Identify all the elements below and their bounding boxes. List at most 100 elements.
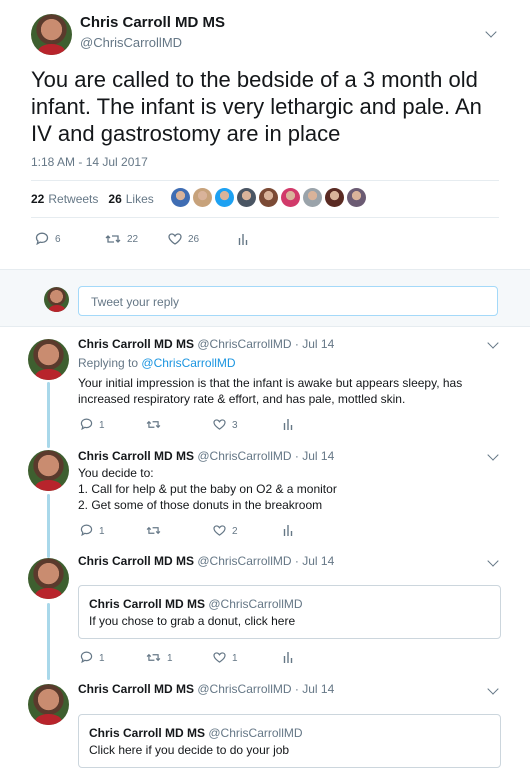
heart-icon <box>168 232 182 247</box>
quoted-tweet[interactable]: Chris Carroll MD MS @ChrisCarrollMD Clic… <box>78 714 501 768</box>
reply-header: Chris Carroll MD MS @ChrisCarrollMD · Ju… <box>78 554 335 568</box>
tweet-stats: 22 Retweets 26 Likes <box>31 192 154 206</box>
thread-line <box>47 382 50 448</box>
analytics-button[interactable] <box>283 524 293 538</box>
liker-avatar[interactable] <box>281 188 300 207</box>
liker-avatar[interactable] <box>193 188 212 207</box>
like-count: 3 <box>232 419 238 431</box>
avatar[interactable] <box>28 450 69 491</box>
analytics-icon <box>283 418 293 432</box>
reply-author-name[interactable]: Chris Carroll MD MS <box>78 682 194 696</box>
reply-author-handle[interactable]: @ChrisCarrollMD <box>197 449 291 463</box>
reply-icon <box>35 232 49 247</box>
like-count: 1 <box>232 652 238 664</box>
reply-button[interactable]: 1 <box>80 524 146 538</box>
retweet-button[interactable]: 1 <box>146 652 213 665</box>
author-handle[interactable]: @ChrisCarrollMD <box>80 35 182 50</box>
reply-text: Your initial impression is that the infa… <box>78 376 463 406</box>
like-button[interactable]: 2 <box>213 524 283 538</box>
analytics-icon <box>283 651 293 665</box>
reply-count: 1 <box>99 652 105 664</box>
replying-to-handle[interactable]: @ChrisCarrollMD <box>141 356 235 370</box>
retweet-button[interactable] <box>146 419 213 432</box>
reply-header: Chris Carroll MD MS @ChrisCarrollMD · Ju… <box>78 449 335 463</box>
avatar[interactable] <box>28 684 69 725</box>
liker-avatar[interactable] <box>237 188 256 207</box>
liker-avatar[interactable] <box>259 188 278 207</box>
like-button[interactable]: 1 <box>213 651 283 665</box>
reply-count: 1 <box>99 419 105 431</box>
chevron-down-icon[interactable] <box>487 337 499 349</box>
analytics-button[interactable] <box>283 651 293 665</box>
reply-icon <box>80 418 93 432</box>
reply-input[interactable]: Tweet your reply <box>78 286 498 316</box>
quoted-author-handle: @ChrisCarrollMD <box>208 726 303 740</box>
reply-date[interactable]: Jul 14 <box>302 449 334 463</box>
divider <box>31 217 499 218</box>
reply-date[interactable]: Jul 14 <box>302 554 334 568</box>
divider <box>31 180 499 181</box>
quoted-author-name: Chris Carroll MD MS <box>89 597 206 611</box>
liker-avatar[interactable] <box>171 188 190 207</box>
reply-date[interactable]: Jul 14 <box>302 682 334 696</box>
tweet-actions: 6 22 26 <box>35 232 248 247</box>
reply-header: Chris Carroll MD MS @ChrisCarrollMD · Ju… <box>78 682 335 696</box>
retweets-count[interactable]: 22 <box>31 192 44 206</box>
reply-date[interactable]: Jul 14 <box>302 337 334 351</box>
liker-avatar[interactable] <box>325 188 344 207</box>
reply-icon <box>80 524 93 538</box>
heart-icon <box>213 418 226 432</box>
analytics-icon <box>238 233 248 247</box>
reply-author-name[interactable]: Chris Carroll MD MS <box>78 554 194 568</box>
likes-label[interactable]: Likes <box>126 192 154 206</box>
retweet-button[interactable]: 22 <box>105 233 168 247</box>
analytics-button[interactable] <box>238 233 248 247</box>
avatar <box>44 287 69 312</box>
quoted-author-name: Chris Carroll MD MS <box>89 726 206 740</box>
reply-button[interactable]: 1 <box>80 418 146 432</box>
reply-actions: 1 2 <box>80 524 293 538</box>
like-count: 26 <box>188 234 200 245</box>
avatar[interactable] <box>31 14 72 55</box>
author-name[interactable]: Chris Carroll MD MS <box>80 14 225 31</box>
likes-count[interactable]: 26 <box>108 192 121 206</box>
reply-author-handle[interactable]: @ChrisCarrollMD <box>197 337 291 351</box>
retweet-icon <box>146 419 161 432</box>
quoted-tweet[interactable]: Chris Carroll MD MS @ChrisCarrollMD If y… <box>78 585 501 639</box>
reply-count: 6 <box>55 234 61 245</box>
liker-avatar[interactable] <box>347 188 366 207</box>
reply-button[interactable]: 1 <box>80 651 146 665</box>
thread-line <box>47 494 50 558</box>
chevron-down-icon[interactable] <box>487 555 499 567</box>
analytics-button[interactable] <box>283 418 293 432</box>
reply-line: 1. Call for help & put the baby on O2 & … <box>78 482 337 496</box>
retweet-count: 1 <box>167 652 173 664</box>
liker-avatar[interactable] <box>303 188 322 207</box>
like-button[interactable]: 3 <box>213 418 283 432</box>
reply-author-handle[interactable]: @ChrisCarrollMD <box>197 554 291 568</box>
like-count: 2 <box>232 525 238 537</box>
replying-to-prefix: Replying to <box>78 356 139 370</box>
retweet-count: 22 <box>127 234 139 245</box>
tweet-text: You are called to the bedside of a 3 mon… <box>31 67 482 146</box>
reply-button[interactable]: 6 <box>35 232 105 247</box>
chevron-down-icon[interactable] <box>487 683 499 695</box>
avatar[interactable] <box>28 339 69 380</box>
reply-author-name[interactable]: Chris Carroll MD MS <box>78 449 194 463</box>
analytics-icon <box>283 524 293 538</box>
reply-author-handle[interactable]: @ChrisCarrollMD <box>197 682 291 696</box>
retweet-button[interactable] <box>146 525 213 538</box>
quoted-author-handle: @ChrisCarrollMD <box>208 597 303 611</box>
liker-avatar[interactable] <box>215 188 234 207</box>
heart-icon <box>213 524 226 538</box>
avatar[interactable] <box>28 558 69 599</box>
reply-author-name[interactable]: Chris Carroll MD MS <box>78 337 194 351</box>
chevron-down-icon[interactable] <box>487 449 499 461</box>
reply-header: Chris Carroll MD MS @ChrisCarrollMD · Ju… <box>78 337 335 351</box>
like-button[interactable]: 26 <box>168 232 238 247</box>
quoted-tweet-text: If you chose to grab a donut, click here <box>89 614 296 628</box>
retweets-label[interactable]: Retweets <box>48 192 98 206</box>
quoted-tweet-header: Chris Carroll MD MS @ChrisCarrollMD <box>89 725 490 742</box>
tweet-timestamp[interactable]: 1:18 AM - 14 Jul 2017 <box>31 155 148 169</box>
chevron-down-icon[interactable] <box>485 26 497 38</box>
